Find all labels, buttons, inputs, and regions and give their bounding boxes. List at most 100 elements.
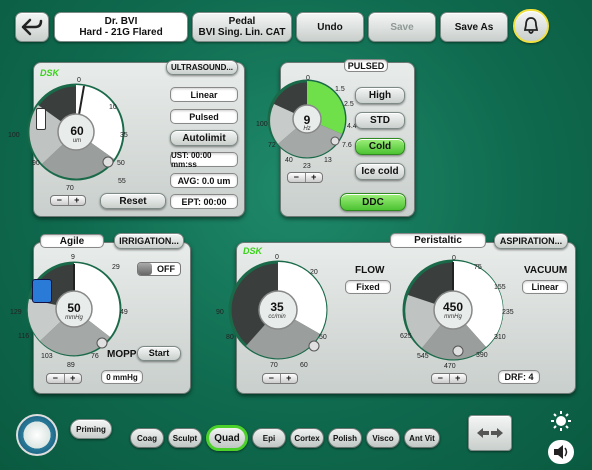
bell-icon [523,17,539,34]
irrigation-unit: mmHg [65,315,83,321]
us-tick: 100 [8,132,20,139]
pulsed-ice-cold-button[interactable]: Ice cold [355,163,405,180]
ultrasound-pulse-field[interactable]: Pulsed [170,109,238,124]
irrigation-mode[interactable]: Agile [40,234,104,248]
alarm-button[interactable] [513,9,549,43]
flow-tick: 90 [216,309,224,316]
flow-tick: 60 [300,362,308,369]
irr-tick: 76 [91,353,99,360]
vac-tick: 75 [474,264,482,271]
pulsed-unit: Hz [303,126,311,132]
vacuum-unit: mmHg [444,314,462,320]
us-tick: 50 [117,160,125,167]
undo-button[interactable]: Undo [296,12,364,42]
irr-tick: 89 [67,362,75,369]
pulsed-cold-button[interactable]: Cold [355,138,405,155]
pump-type[interactable]: Peristaltic [390,233,486,248]
mode-polish[interactable]: Polish [328,428,362,448]
us-tick: 70 [66,185,74,192]
ultrasound-value: 60 [70,124,84,138]
vacuum-value: 450 [442,300,464,314]
vac-tick: 390 [476,352,488,359]
mode-coag[interactable]: Coag [130,428,164,448]
volume-icon[interactable] [548,440,574,464]
flow-tick: 70 [270,362,278,369]
vacuum-mode[interactable]: Linear [522,280,568,294]
vac-tick: 155 [494,284,506,291]
irrigation-value: 50 [67,301,81,315]
pulsed-tick: 40 [285,157,293,164]
pulsed-title: PULSED [344,59,388,72]
mopp-value: 0 mmHg [101,370,143,384]
flow-unit: cc/min [268,314,286,320]
pulsed-stepper[interactable]: − + [287,172,323,183]
irrigation-menu-button[interactable]: IRRIGATION... [114,233,184,249]
mopp-label: MOPP [107,349,137,360]
aspiration-menu-button[interactable]: ASPIRATION... [494,233,568,249]
flow-tick: 0 [275,254,279,261]
irr-tick: 29 [112,264,120,271]
back-button[interactable] [15,12,49,42]
flow-tick: 50 [319,334,327,341]
flow-mode[interactable]: Fixed [345,280,391,294]
surgeon-profile-button[interactable]: Dr. BVI Hard - 21G Flared [54,12,188,42]
pulsed-tick: 72 [268,142,276,149]
vac-tick: 310 [494,334,506,341]
ept-readout: EPT: 00:00 [170,194,238,209]
pulsed-tick: 0 [306,75,310,82]
ultrasound-menu-button[interactable]: ULTRASOUND... [166,60,238,75]
save-button[interactable]: Save [368,12,436,42]
pulsed-high-button[interactable]: High [355,87,405,104]
ust-readout: UST: 00:00 mm:ss [170,151,238,169]
ultrasound-mode-field[interactable]: Linear [170,87,238,102]
irrigation-toggle[interactable]: OFF [137,262,181,276]
ultrasound-stepper[interactable]: − + [50,195,86,206]
brightness-icon[interactable] [550,410,572,432]
ddc-button[interactable]: DDC [340,193,406,211]
mode-sculpt[interactable]: Sculpt [168,428,202,448]
autolimit-button[interactable]: Autolimit [170,130,238,146]
toggle-knob [138,263,152,275]
ultrasound-reset-button[interactable]: Reset [100,193,166,209]
mode-epi[interactable]: Epi [252,428,286,448]
flow-stepper[interactable]: − + [262,373,298,384]
irr-tick: 129 [10,309,22,316]
flow-tick: 80 [226,334,234,341]
surgeon-setting: Hard - 21G Flared [79,27,163,38]
us-tick: 90 [32,160,40,167]
vac-tick: 235 [502,309,514,316]
bottle-icon [32,279,52,303]
mode-visco[interactable]: Visco [366,428,400,448]
mode-quad[interactable]: Quad [206,425,248,451]
pedal-button[interactable]: Pedal BVI Sing. Lin. CAT [192,12,292,42]
pulsed-tick: 7.6 [342,142,352,149]
pulsed-tick: 13 [324,157,332,164]
mode-ant-vit[interactable]: Ant Vit [404,428,440,448]
vac-tick: 625 [400,333,412,340]
ultrasound-unit: um [72,138,82,144]
pulsed-tick: 1.5 [335,86,345,93]
swap-panel-button[interactable] [468,415,512,451]
vac-tick: 545 [417,353,429,360]
us-tick: 0 [77,77,81,84]
vac-tick: 0 [452,255,456,262]
irrigation-stepper[interactable]: − + [46,373,82,384]
swap-arrows-icon [477,428,503,438]
pulsed-std-button[interactable]: STD [355,112,405,129]
flow-label: FLOW [355,265,385,276]
save-as-button[interactable]: Save As [440,12,508,42]
vacuum-stepper[interactable]: − + [431,373,467,384]
priming-button[interactable]: Priming [70,419,112,439]
pulsed-value: 9 [303,113,311,127]
mode-cortex[interactable]: Cortex [290,428,324,448]
pulsed-tick: 100 [256,121,268,128]
drf-readout: DRF: 4 [498,370,540,384]
irr-tick: 9 [71,254,75,261]
mopp-start-button[interactable]: Start [137,346,181,361]
flow-tick: 20 [310,269,318,276]
us-tick: 35 [120,132,128,139]
surgeon-name: Dr. BVI [104,16,138,27]
vac-tick: 470 [444,363,456,370]
ultrasound-dsk-label: DSK [40,68,60,78]
toggle-state: OFF [157,264,175,274]
